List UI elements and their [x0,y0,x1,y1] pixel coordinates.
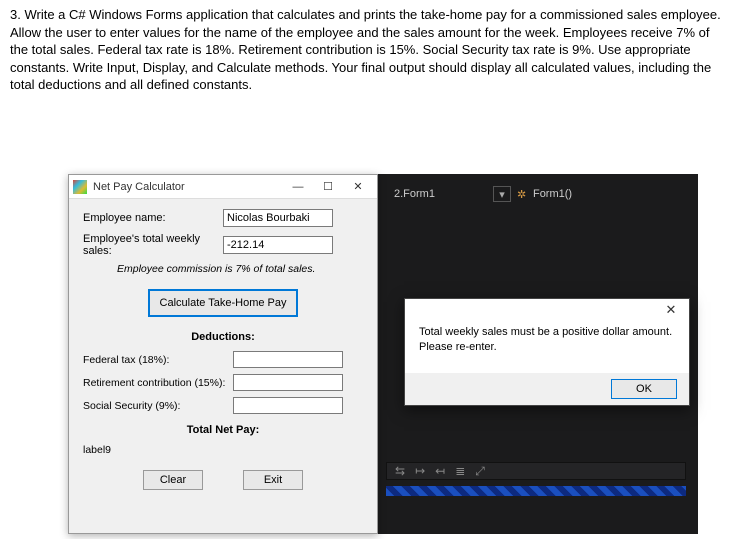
app-icon [73,180,87,194]
error-message-box: ✕ Total weekly sales must be a positive … [404,298,690,406]
toolbar-icon[interactable]: ⇆ [395,464,405,478]
msgbox-close-button[interactable]: ✕ [659,302,683,318]
msgbox-footer: OK [405,373,689,405]
federal-tax-output [233,351,343,368]
ide-tab-form1[interactable]: 2.Form1 [386,186,443,202]
screenshot-area: 2.Form1 ▾ ✲ Form1() Net Pay Calculator —… [68,174,698,534]
employee-name-label: Employee name: [83,212,223,224]
msgbox-body: Total weekly sales must be a positive do… [405,321,689,355]
ide-member-form10[interactable]: ✲ Form1() [517,188,572,200]
social-security-label: Social Security (9%): [83,400,233,412]
window-title: Net Pay Calculator [93,181,283,193]
commission-hint: Employee commission is 7% of total sales… [117,263,363,275]
gear-icon: ✲ [517,188,529,200]
social-security-output [233,397,343,414]
ide-bottom-toolbar: ⇆ ↦ ↤ ≣ ⤢ [386,462,686,480]
toolbar-icon[interactable]: ↦ [415,464,425,478]
ide-bottom-area: ⇆ ↦ ↤ ≣ ⤢ [386,462,686,518]
calculate-button[interactable]: Calculate Take-Home Pay [148,289,299,317]
employee-name-input[interactable] [223,209,333,227]
ide-tabstrip: 2.Form1 ▾ ✲ Form1() [386,184,572,204]
msgbox-line2: Please re-enter. [419,340,675,355]
maximize-button[interactable]: ☐ [313,177,343,197]
retirement-label: Retirement contribution (15%): [83,377,233,389]
minimize-button[interactable]: — [283,177,313,197]
net-pay-calculator-window: Net Pay Calculator — ☐ ✕ Employee name: … [68,174,378,534]
close-button[interactable]: ✕ [343,177,373,197]
federal-tax-label: Federal tax (18%): [83,354,233,366]
msgbox-ok-button[interactable]: OK [611,379,677,399]
total-net-pay-label: Total Net Pay: [83,424,363,436]
ide-combo-dropdown[interactable]: ▾ [493,186,511,202]
employee-sales-input[interactable] [223,236,333,254]
ide-member-label: Form1() [533,188,572,200]
toolbar-icon[interactable]: ↤ [435,464,445,478]
exit-button[interactable]: Exit [243,470,303,490]
deductions-heading: Deductions: [83,331,363,343]
clear-button[interactable]: Clear [143,470,203,490]
ide-progress-strip [386,486,686,496]
retirement-output [233,374,343,391]
toolbar-icon[interactable]: ⤢ [475,464,485,479]
titlebar: Net Pay Calculator — ☐ ✕ [69,175,377,199]
problem-statement: 3. Write a C# Windows Forms application … [0,0,733,98]
employee-sales-label: Employee's total weekly sales: [83,233,223,257]
msgbox-line1: Total weekly sales must be a positive do… [419,325,675,340]
label9-placeholder: label9 [83,444,363,456]
toolbar-icon[interactable]: ≣ [455,464,465,478]
msgbox-titlebar: ✕ [405,299,689,321]
